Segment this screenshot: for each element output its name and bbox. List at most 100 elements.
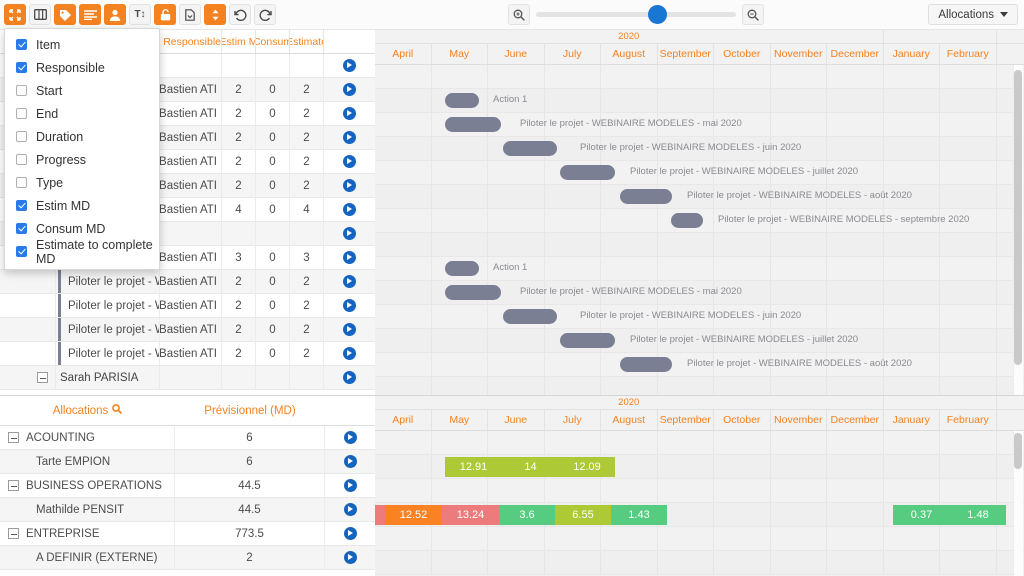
timeline-month-november[interactable]: November — [771, 44, 827, 64]
gantt-task-bar[interactable] — [445, 285, 501, 300]
undo-icon[interactable] — [229, 4, 251, 25]
allocation-row[interactable]: Mathilde PENSIT 44.5 — [0, 498, 375, 522]
timeline-month-july[interactable]: July — [545, 410, 601, 430]
allocation-value-chip[interactable]: 12.52 — [385, 505, 442, 525]
zoom-slider[interactable] — [536, 5, 736, 24]
zoom-out-icon[interactable] — [742, 4, 764, 25]
table-row[interactable]: Piloter le projet - WEBINAIFBastien ATI2… — [0, 318, 375, 342]
row-detail-arrow-icon[interactable] — [342, 107, 356, 120]
checkbox-icon[interactable] — [16, 177, 27, 188]
export-file-icon[interactable] — [179, 4, 201, 25]
timeline-month-january[interactable]: January — [884, 410, 940, 430]
timeline-month-july[interactable]: July — [545, 44, 601, 64]
row-detail-arrow-icon[interactable] — [342, 251, 356, 264]
allocation-row[interactable]: Tarte EMPION 6 — [0, 450, 375, 474]
timeline-month-september[interactable]: September — [658, 44, 714, 64]
allocation-value-chip[interactable]: 1.43 — [611, 505, 667, 525]
col-header-previsionnel[interactable]: Prévisionnel (MD) — [175, 405, 325, 417]
expand-collapse-icon[interactable] — [8, 432, 19, 443]
row-detail-arrow-icon[interactable] — [343, 455, 357, 468]
checkbox-icon[interactable] — [16, 223, 27, 234]
allocation-row[interactable]: A DEFINIR (EXTERNE) 2 — [0, 546, 375, 570]
checkbox-icon[interactable] — [16, 246, 27, 257]
timeline-month-december[interactable]: December — [827, 44, 884, 64]
row-detail-arrow-icon[interactable] — [342, 275, 356, 288]
lock-icon[interactable] — [154, 4, 176, 25]
allocation-value-chip[interactable]: 6.55 — [555, 505, 611, 525]
allocation-value-chip[interactable]: 12.91 — [445, 457, 502, 477]
checkbox-icon[interactable] — [16, 154, 27, 165]
gantt-vscroll-thumb[interactable] — [1014, 70, 1022, 365]
text-size-icon[interactable]: T↕ — [129, 4, 151, 25]
row-detail-arrow-icon[interactable] — [342, 179, 356, 192]
row-detail-arrow-icon[interactable] — [342, 347, 356, 360]
gantt-task-bar[interactable] — [445, 261, 479, 276]
allocation-value-chip[interactable]: 12.09 — [559, 457, 615, 477]
column-option-start[interactable]: Start — [5, 79, 159, 102]
table-row[interactable]: Sarah PARISIA — [0, 366, 375, 390]
gantt-task-bar[interactable] — [445, 93, 479, 108]
allocation-value-chip[interactable]: 1.48 — [950, 505, 1006, 525]
checkbox-icon[interactable] — [16, 108, 27, 119]
allocation-row[interactable]: ACOUNTING 6 — [0, 426, 375, 450]
column-option-responsible[interactable]: Responsible — [5, 56, 159, 79]
column-option-estimate-to-complete-md[interactable]: Estimate to complete MD — [5, 238, 159, 266]
checkbox-icon[interactable] — [16, 39, 27, 50]
search-icon[interactable] — [112, 404, 123, 417]
allocation-value-chip[interactable] — [375, 505, 385, 525]
column-option-end[interactable]: End — [5, 102, 159, 125]
row-detail-arrow-icon[interactable] — [342, 299, 356, 312]
row-detail-arrow-icon[interactable] — [342, 323, 356, 336]
row-detail-arrow-icon[interactable] — [343, 503, 357, 516]
checkbox-icon[interactable] — [16, 131, 27, 142]
expand-collapse-icon[interactable] — [37, 372, 48, 383]
timeline-month-june[interactable]: June — [488, 410, 545, 430]
row-detail-arrow-icon[interactable] — [342, 203, 356, 216]
zoom-slider-thumb[interactable] — [648, 5, 667, 24]
allocation-row[interactable]: ENTREPRISE 773.5 — [0, 522, 375, 546]
timeline-month-june[interactable]: June — [488, 44, 545, 64]
row-detail-arrow-icon[interactable] — [342, 59, 356, 72]
timeline-month-october[interactable]: October — [714, 410, 771, 430]
timeline-month-october[interactable]: October — [714, 44, 771, 64]
row-detail-arrow-icon[interactable] — [342, 131, 356, 144]
timeline-month-may[interactable]: May — [432, 44, 488, 64]
columns-icon[interactable] — [29, 4, 51, 25]
list-icon[interactable] — [79, 4, 101, 25]
sort-updown-icon[interactable] — [204, 4, 226, 25]
checkbox-icon[interactable] — [16, 85, 27, 96]
row-detail-arrow-icon[interactable] — [343, 551, 357, 564]
checkbox-icon[interactable] — [16, 200, 27, 211]
heatmap-vscroll-thumb[interactable] — [1014, 433, 1022, 469]
gantt-task-bar[interactable] — [503, 141, 557, 156]
timeline-month-april[interactable]: April — [375, 410, 432, 430]
col-header-responsible[interactable]: Responsible — [160, 30, 222, 53]
timeline-month-april[interactable]: April — [375, 44, 432, 64]
timeline-month-february[interactable]: February — [940, 44, 997, 64]
timeline-month-august[interactable]: August — [601, 410, 658, 430]
row-detail-arrow-icon[interactable] — [343, 527, 357, 540]
row-detail-arrow-icon[interactable] — [342, 83, 356, 96]
column-option-type[interactable]: Type — [5, 171, 159, 194]
row-detail-arrow-icon[interactable] — [342, 371, 356, 384]
column-option-duration[interactable]: Duration — [5, 125, 159, 148]
column-option-progress[interactable]: Progress — [5, 148, 159, 171]
timeline-month-february[interactable]: February — [940, 410, 997, 430]
col-header-allocations[interactable]: Allocations — [0, 404, 175, 417]
allocation-row[interactable]: BUSINESS OPERATIONS 44.5 — [0, 474, 375, 498]
gantt-task-bar[interactable] — [671, 213, 703, 228]
gantt-task-bar[interactable] — [445, 117, 501, 132]
allocation-value-chip[interactable]: 13.24 — [442, 505, 499, 525]
timeline-month-may[interactable]: May — [432, 410, 488, 430]
timeline-month-august[interactable]: August — [601, 44, 658, 64]
fit-screen-icon[interactable] — [4, 4, 26, 25]
allocation-value-chip[interactable]: 14 — [502, 457, 559, 477]
row-detail-arrow-icon[interactable] — [343, 479, 357, 492]
allocation-value-chip[interactable]: 0.37 — [893, 505, 950, 525]
gantt-task-bar[interactable] — [620, 189, 672, 204]
col-header-estim[interactable]: Estim M — [222, 30, 256, 53]
gantt-task-bar[interactable] — [503, 309, 557, 324]
gantt-task-bar[interactable] — [560, 333, 615, 348]
person-icon[interactable] — [104, 4, 126, 25]
timeline-month-december[interactable]: December — [827, 410, 884, 430]
